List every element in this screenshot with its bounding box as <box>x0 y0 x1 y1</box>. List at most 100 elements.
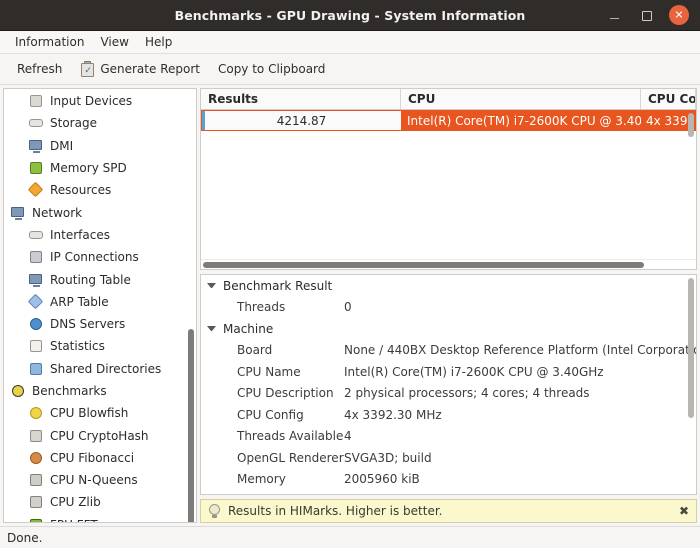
detail-value: 0 <box>344 300 352 314</box>
sidebar-item-label: IP Connections <box>50 251 139 263</box>
sidebar-item-label: Benchmarks <box>32 385 107 397</box>
sidebar-item-label: Input Devices <box>50 95 132 107</box>
navigation-tree: Input Devices StorageDMI Memory SPD Resourc… <box>3 88 197 523</box>
sidebar-item-benchmarks[interactable]: Benchmarks <box>4 380 196 402</box>
sidebar-item-storage[interactable]: Storage <box>4 112 196 134</box>
shared-directories-icon <box>28 361 44 377</box>
tree-list: Input Devices StorageDMI Memory SPD Resourc… <box>4 89 196 523</box>
detail-key: CPU Description <box>237 386 344 400</box>
detail-row: Threads0 <box>201 297 696 319</box>
copy-to-clipboard-button[interactable]: Copy to Clipboard <box>209 59 334 79</box>
detail-row: Threads Available4 <box>201 426 696 448</box>
sidebar-item-resources[interactable]: Resources <box>4 179 196 201</box>
cell-cpu: Intel(R) Core(TM) i7-2600K CPU @ 3.40GHz <box>401 110 641 131</box>
toolbar: Refresh ✓ Generate Report Copy to Clipbo… <box>0 54 700 85</box>
sidebar-item-label: CPU Zlib <box>50 496 101 508</box>
sidebar-item-interfaces[interactable]: Interfaces <box>4 224 196 246</box>
menu-item-help[interactable]: Help <box>137 33 180 51</box>
detail-vertical-scrollbar[interactable] <box>688 278 694 418</box>
sidebar-item-memory-spd[interactable]: Memory SPD <box>4 157 196 179</box>
sidebar-item-label: CPU Blowfish <box>50 407 128 419</box>
sidebar-item-dmi[interactable]: DMI <box>4 135 196 157</box>
sidebar-item-label: CPU Fibonacci <box>50 452 134 464</box>
refresh-button[interactable]: Refresh <box>8 59 71 79</box>
sidebar-item-cpu-blowfish[interactable]: CPU Blowfish <box>4 402 196 424</box>
detail-group-title: Benchmark Result <box>223 279 332 293</box>
detail-key: Threads <box>237 300 344 314</box>
sidebar-item-cpu-cryptohash[interactable]: CPU CryptoHash <box>4 424 196 446</box>
lightbulb-icon <box>208 504 221 519</box>
results-scrollbar-thumb[interactable] <box>203 262 644 268</box>
ip-connections-icon <box>28 249 44 265</box>
detail-row: OpenGL RendererSVGA3D; build <box>201 447 696 469</box>
application-window: Benchmarks - GPU Drawing - System Inform… <box>0 0 700 548</box>
table-row[interactable]: 4214.87 Intel(R) Core(TM) i7-2600K CPU @… <box>201 110 696 131</box>
detail-group-title: Machine <box>223 322 273 336</box>
fpu-fft-icon <box>28 517 44 523</box>
generate-report-button[interactable]: ✓ Generate Report <box>71 58 209 80</box>
sidebar-item-fpu-fft[interactable]: FPU FFT <box>4 514 196 523</box>
close-icon: ✕ <box>674 10 683 21</box>
sidebar-item-label: DNS Servers <box>50 318 125 330</box>
sidebar-item-ip-connections[interactable]: IP Connections <box>4 246 196 268</box>
arp-table-icon <box>28 294 44 310</box>
cpu-zlib-icon <box>28 494 44 510</box>
sidebar-item-label: Routing Table <box>50 274 131 286</box>
detail-group-header[interactable]: Benchmark Result <box>201 275 696 297</box>
sidebar-item-dns-servers[interactable]: DNS Servers <box>4 313 196 335</box>
results-horizontal-scrollbar[interactable] <box>201 259 696 269</box>
sidebar-item-label: ARP Table <box>50 296 109 308</box>
chevron-down-icon <box>207 326 216 331</box>
dmi-icon <box>28 138 44 154</box>
benchmarks-icon <box>10 383 26 399</box>
detail-value: 4 <box>344 429 352 443</box>
sidebar-item-arp-table[interactable]: ARP Table <box>4 291 196 313</box>
info-bar-message: Results in HIMarks. Higher is better. <box>228 504 442 518</box>
maximize-button[interactable] <box>637 6 656 25</box>
status-bar: Done. <box>0 526 700 548</box>
sidebar-item-network[interactable]: Network <box>4 201 196 223</box>
dns-servers-icon <box>28 316 44 332</box>
sidebar-item-shared-directories[interactable]: Shared Directories <box>4 358 196 380</box>
sidebar-item-label: Statistics <box>50 340 105 352</box>
cpu-n-queens-icon <box>28 472 44 488</box>
column-header-results[interactable]: Results <box>201 89 401 109</box>
detail-list: Benchmark ResultThreads0MachineBoardNone… <box>201 275 696 490</box>
sidebar-item-statistics[interactable]: Statistics <box>4 335 196 357</box>
sidebar-item-cpu-n-queens[interactable]: CPU N-Queens <box>4 469 196 491</box>
detail-value: SVGA3D; build <box>344 451 432 465</box>
sidebar-item-routing-table[interactable]: Routing Table <box>4 268 196 290</box>
menu-item-information[interactable]: Information <box>7 33 92 51</box>
memory-spd-icon <box>28 160 44 176</box>
sidebar-scrollbar[interactable] <box>188 329 194 523</box>
detail-key: Board <box>237 343 344 357</box>
clipboard-icon: ✓ <box>80 61 95 77</box>
detail-group-header[interactable]: Machine <box>201 318 696 340</box>
right-pane: Results CPU CPU Cor 4214.87 Intel(R) Cor… <box>197 85 700 526</box>
detail-value: 2 physical processors; 4 cores; 4 thread… <box>344 386 590 400</box>
detail-panel: Benchmark ResultThreads0MachineBoardNone… <box>200 274 697 495</box>
column-header-cpu[interactable]: CPU <box>401 89 641 109</box>
close-button[interactable]: ✕ <box>669 5 689 25</box>
column-header-cpu-cores[interactable]: CPU Cor <box>641 89 696 109</box>
sidebar-item-label: Resources <box>50 184 111 196</box>
sidebar-container: Input Devices StorageDMI Memory SPD Resourc… <box>0 85 197 526</box>
sidebar-item-label: FPU FFT <box>50 519 98 523</box>
statistics-icon <box>28 338 44 354</box>
minimize-button[interactable] <box>605 6 624 25</box>
cell-result: 4214.87 <box>201 110 401 131</box>
info-bar-close-icon[interactable]: ✖ <box>679 504 689 518</box>
main-content: Input Devices StorageDMI Memory SPD Resourc… <box>0 85 700 526</box>
sidebar-item-input-devices[interactable]: Input Devices <box>4 90 196 112</box>
copy-to-clipboard-label: Copy to Clipboard <box>218 62 325 76</box>
sidebar-item-cpu-zlib[interactable]: CPU Zlib <box>4 491 196 513</box>
detail-row: CPU NameIntel(R) Core(TM) i7-2600K CPU @… <box>201 361 696 383</box>
detail-key: Threads Available <box>237 429 344 443</box>
results-vertical-scrollbar[interactable] <box>688 113 694 137</box>
sidebar-item-cpu-fibonacci[interactable]: CPU Fibonacci <box>4 447 196 469</box>
title-bar: Benchmarks - GPU Drawing - System Inform… <box>0 0 700 31</box>
detail-key: CPU Name <box>237 365 344 379</box>
menu-item-view[interactable]: View <box>92 33 136 51</box>
sidebar-item-label: Memory SPD <box>50 162 127 174</box>
detail-row: CPU Config4x 3392.30 MHz <box>201 404 696 426</box>
